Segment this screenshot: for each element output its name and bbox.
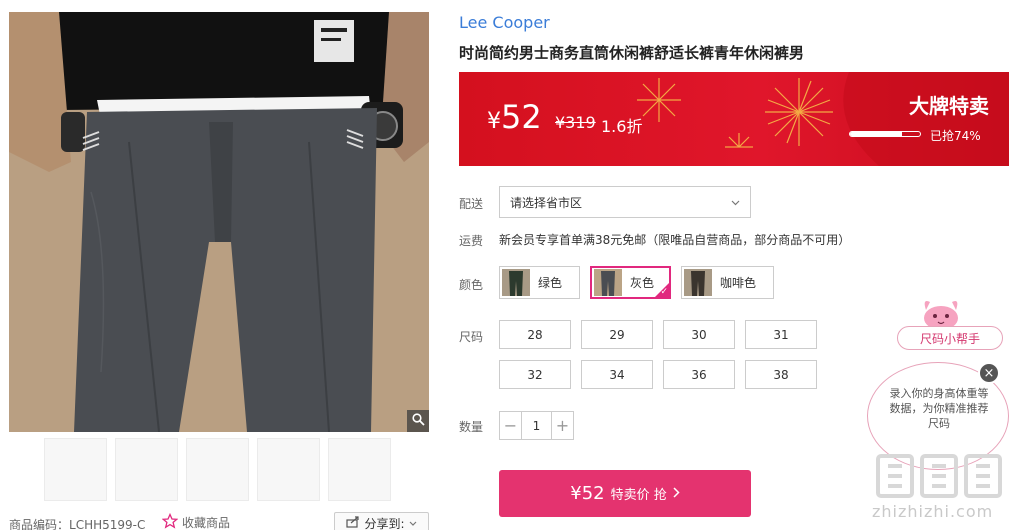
product-main-image[interactable]: [9, 12, 429, 432]
shipping-text: 新会员专享首单满38元免邮（限唯品自营商品，部分商品不可用）: [499, 233, 851, 247]
color-label: 颜色: [459, 278, 484, 292]
price-value: 52: [501, 98, 542, 136]
current-price: ¥52: [487, 98, 542, 136]
favorite-label: 收藏商品: [182, 516, 231, 530]
star-outline-icon: [161, 512, 179, 530]
buy-price: ¥52: [570, 483, 605, 504]
size-option[interactable]: 31: [745, 320, 817, 349]
chevron-down-icon: [409, 516, 417, 530]
magnifier-icon: [411, 413, 425, 429]
size-option[interactable]: 30: [663, 320, 735, 349]
watermark-logo: [870, 450, 1010, 503]
color-option-gray[interactable]: 灰色 ✓: [590, 266, 671, 299]
check-icon: ✓: [660, 287, 668, 297]
size-option[interactable]: 32: [499, 360, 571, 389]
sold-percent-text: 已抢74%: [930, 129, 981, 143]
sold-progress-bar: [849, 131, 921, 137]
price-banner: ¥52 ¥319 1.6折 大牌特卖 已抢74%: [459, 72, 1009, 166]
color-option-label: 绿色: [538, 276, 563, 290]
share-icon: [346, 515, 360, 530]
original-price: ¥319: [555, 113, 596, 132]
color-option-green[interactable]: 绿色: [499, 266, 580, 299]
currency-symbol: ¥: [487, 109, 501, 134]
product-code-label: 商品编码：: [9, 518, 70, 530]
color-swatch-image: [594, 269, 622, 296]
buy-label: 特卖价 抢: [610, 488, 667, 503]
thumbnail[interactable]: [44, 438, 107, 501]
thumbnail[interactable]: [186, 438, 249, 501]
color-option-coffee[interactable]: 咖啡色: [681, 266, 774, 299]
region-select[interactable]: 请选择省市区: [499, 186, 751, 218]
share-button[interactable]: 分享到:: [334, 512, 429, 530]
discount-rate: 1.6折: [601, 117, 643, 136]
color-option-label: 灰色: [630, 276, 655, 290]
size-option[interactable]: 38: [745, 360, 817, 389]
delivery-label: 配送: [459, 197, 484, 211]
product-title: 时尚简约男士商务直筒休闲裤舒适长裤青年休闲裤男: [459, 44, 805, 62]
thumbnail[interactable]: [115, 438, 178, 501]
size-option[interactable]: 28: [499, 320, 571, 349]
color-swatch-image: [502, 269, 530, 296]
zoom-button[interactable]: [407, 410, 429, 432]
sold-progress-fill: [850, 132, 902, 136]
region-select-value: 请选择省市区: [510, 195, 583, 210]
color-option-label: 咖啡色: [720, 276, 757, 290]
quantity-increase-button[interactable]: +: [551, 412, 573, 439]
quantity-stepper: − +: [499, 411, 574, 440]
chevron-right-icon: [673, 486, 680, 501]
quantity-input[interactable]: [522, 412, 551, 439]
thumbnail[interactable]: [257, 438, 320, 501]
product-code-value: LCHH5199-C: [69, 518, 146, 530]
size-option[interactable]: 34: [581, 360, 653, 389]
quantity-decrease-button[interactable]: −: [500, 412, 522, 439]
trousers-photo: [9, 12, 429, 432]
size-helper-text: 录入你的身高体重等数据，为你精准推荐尺码: [889, 387, 989, 430]
size-option[interactable]: 36: [663, 360, 735, 389]
share-label: 分享到:: [364, 516, 405, 530]
product-code: 商品编码：LCHH5199-C: [9, 516, 145, 530]
size-label: 尺码: [459, 330, 484, 344]
buy-now-button[interactable]: ¥52 特卖价 抢: [499, 470, 751, 517]
close-icon[interactable]: ×: [978, 362, 1000, 384]
quantity-label: 数量: [459, 420, 484, 434]
size-option[interactable]: 29: [581, 320, 653, 349]
watermark-url: zhizhizhi.com: [872, 502, 994, 521]
color-swatch-image: [684, 269, 712, 296]
thumbnail-strip: [44, 438, 391, 501]
shipping-label: 运费: [459, 234, 484, 248]
favorite-button[interactable]: 收藏商品: [161, 512, 231, 530]
sale-title: 大牌特卖: [909, 94, 989, 118]
brand-link[interactable]: Lee Cooper: [459, 13, 550, 32]
size-helper-button[interactable]: 尺码小帮手: [897, 326, 1003, 350]
thumbnail[interactable]: [328, 438, 391, 501]
chevron-down-icon: [731, 195, 740, 209]
